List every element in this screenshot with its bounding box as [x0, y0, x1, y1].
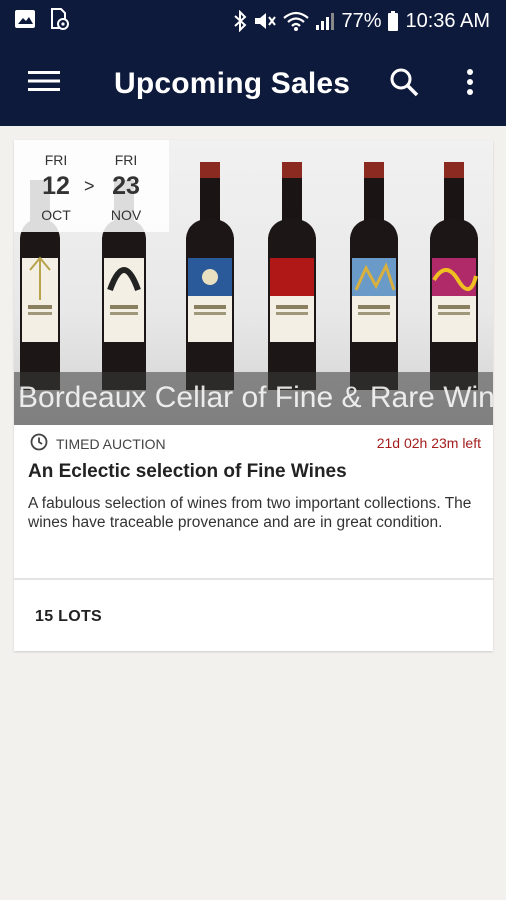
divider	[14, 578, 493, 580]
sale-title: An Eclectic selection of Fine Wines	[28, 461, 347, 482]
start-date: FRI 12 OCT	[28, 140, 84, 223]
end-weekday: FRI	[114, 152, 138, 168]
end-date: FRI 23 NOV	[98, 140, 154, 223]
more-vertical-icon	[466, 68, 474, 101]
image-caption: Bordeaux Cellar of Fine & Rare Wines	[14, 372, 493, 425]
clock: 10:36 AM	[405, 9, 490, 32]
search-button[interactable]	[384, 64, 424, 104]
battery-icon	[387, 10, 399, 32]
image-icon	[14, 9, 36, 34]
sale-card[interactable]: FRI 12 OCT > FRI 23 NOV Bordeaux Cellar …	[14, 140, 493, 651]
auction-type-label: TIMED AUCTION	[56, 435, 166, 452]
wifi-icon	[283, 10, 310, 32]
sim-settings-icon	[48, 7, 70, 35]
search-icon	[389, 67, 419, 102]
mute-icon	[253, 10, 277, 32]
lots-count: 15 LOTS	[35, 608, 103, 625]
status-bar: 77% 10:36 AM	[0, 0, 506, 42]
date-range-arrow: >	[84, 176, 95, 196]
start-weekday: FRI	[44, 152, 68, 168]
battery-level: 77%	[341, 9, 382, 32]
bluetooth-icon	[233, 10, 247, 32]
more-options-button[interactable]	[452, 64, 488, 104]
clock-icon	[30, 433, 48, 454]
end-month: NOV	[110, 207, 142, 223]
sale-dates: FRI 12 OCT > FRI 23 NOV	[14, 140, 169, 232]
page-title: Upcoming Sales	[114, 67, 351, 100]
sale-description: A fabulous selection of wines from two i…	[28, 495, 472, 531]
end-day: 23	[112, 172, 140, 200]
time-remaining: 21d 02h 23m left	[376, 435, 481, 451]
auction-type: TIMED AUCTION	[30, 433, 166, 454]
menu-icon	[28, 69, 60, 98]
sale-image: FRI 12 OCT > FRI 23 NOV Bordeaux Cellar …	[14, 140, 493, 425]
start-day: 12	[42, 172, 70, 200]
signal-icon	[315, 10, 335, 32]
start-month: OCT	[41, 207, 71, 223]
app-bar: Upcoming Sales	[0, 42, 506, 126]
menu-button[interactable]	[22, 66, 66, 100]
